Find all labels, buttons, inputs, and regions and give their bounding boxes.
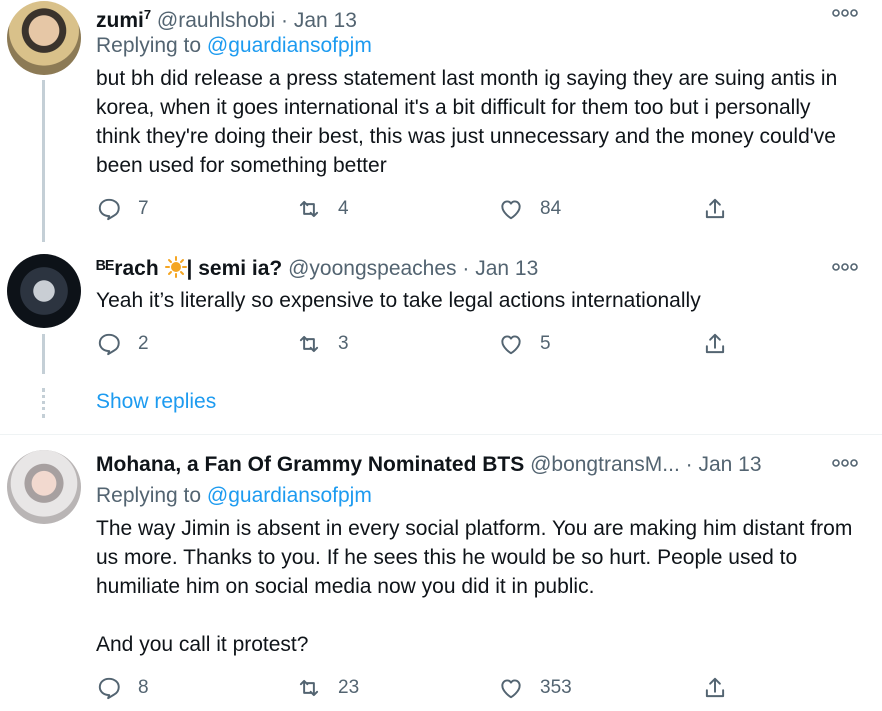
thread-dots bbox=[42, 388, 48, 418]
tweet-2[interactable]: ᴮᴱrach | semi ia? @yoongspeaches · Jan 1… bbox=[0, 250, 882, 380]
tweet-paragraph: The way Jimin is absent in every social … bbox=[96, 517, 853, 598]
retweet-count: 3 bbox=[338, 333, 349, 354]
share-icon bbox=[705, 677, 725, 698]
tweet-text: Yeah it’s literally so expensive to take… bbox=[96, 289, 701, 312]
share-button[interactable] bbox=[702, 330, 744, 358]
separator-dot: · bbox=[685, 453, 693, 476]
tweet-actions: 8 23 353 bbox=[96, 674, 736, 702]
like-icon bbox=[501, 679, 521, 699]
avatar[interactable] bbox=[7, 254, 81, 328]
like-icon bbox=[501, 335, 521, 355]
show-replies-link[interactable]: Show replies bbox=[96, 390, 216, 414]
separator-dot: · bbox=[280, 9, 288, 32]
thread-line bbox=[42, 334, 45, 374]
user-handle[interactable]: @rauhlshobi bbox=[157, 9, 275, 32]
tweet-1[interactable]: zumi7 @rauhlshobi · Jan 13 Replying to @… bbox=[0, 0, 882, 242]
share-button[interactable] bbox=[702, 195, 744, 223]
tweet-actions: 7 4 84 bbox=[96, 195, 736, 223]
tweet-paragraph: And you call it protest? bbox=[96, 633, 309, 656]
mention-link[interactable]: @guardiansofpjm bbox=[207, 34, 372, 57]
sun-emoji-icon bbox=[164, 256, 187, 278]
avatar[interactable] bbox=[7, 1, 81, 75]
like-count: 353 bbox=[540, 677, 572, 698]
reply-button[interactable]: 7 bbox=[96, 195, 149, 223]
mention-link[interactable]: @guardiansofpjm bbox=[207, 484, 372, 507]
tweet-actions: 2 3 5 bbox=[96, 330, 736, 358]
like-button[interactable]: 5 bbox=[498, 330, 551, 358]
retweet-icon bbox=[299, 335, 319, 353]
like-button[interactable]: 353 bbox=[498, 674, 572, 702]
display-name[interactable]: Mohana, a Fan Of Grammy Nominated BTS bbox=[96, 453, 524, 476]
display-name[interactable]: ᴮᴱrach | semi ia? bbox=[96, 256, 282, 280]
tweet-date[interactable]: Jan 13 bbox=[698, 453, 761, 476]
tweet-header: Mohana, a Fan Of Grammy Nominated BTS @b… bbox=[96, 452, 762, 478]
reply-icon bbox=[98, 333, 120, 356]
reply-count: 7 bbox=[138, 198, 149, 219]
tweet-text: but bh did release a press statement las… bbox=[96, 67, 838, 177]
retweet-count: 23 bbox=[338, 677, 360, 698]
more-icon[interactable] bbox=[832, 262, 858, 272]
like-count: 84 bbox=[540, 198, 562, 219]
retweet-button[interactable]: 4 bbox=[296, 195, 349, 223]
more-icon[interactable] bbox=[832, 458, 858, 468]
tweet-3[interactable]: Mohana, a Fan Of Grammy Nominated BTS @b… bbox=[0, 446, 882, 711]
reply-icon bbox=[98, 677, 120, 700]
share-button[interactable] bbox=[702, 674, 744, 702]
retweet-icon bbox=[299, 200, 319, 218]
separator-dot: · bbox=[462, 257, 470, 280]
like-icon bbox=[501, 200, 521, 220]
tweet-text: The way Jimin is absent in every social … bbox=[96, 514, 856, 659]
replying-to: Replying to @guardiansofpjm bbox=[96, 484, 372, 507]
avatar[interactable] bbox=[7, 450, 81, 524]
divider bbox=[0, 434, 882, 435]
retweet-button[interactable]: 23 bbox=[296, 674, 359, 702]
tweet-date[interactable]: Jan 13 bbox=[294, 9, 357, 32]
replying-to: Replying to @guardiansofpjm bbox=[96, 34, 372, 57]
retweet-button[interactable]: 3 bbox=[296, 330, 349, 358]
tweet-header: zumi7 @rauhlshobi · Jan 13 bbox=[96, 2, 357, 34]
display-name[interactable]: zumi7 bbox=[96, 7, 151, 32]
reply-button[interactable]: 8 bbox=[96, 674, 149, 702]
tweet-header: ᴮᴱrach | semi ia? @yoongspeaches · Jan 1… bbox=[96, 256, 538, 282]
thread-line bbox=[42, 80, 45, 242]
user-handle[interactable]: @bongtransM... bbox=[530, 453, 680, 476]
user-handle[interactable]: @yoongspeaches bbox=[288, 257, 456, 280]
retweet-icon bbox=[299, 679, 319, 697]
retweet-count: 4 bbox=[338, 198, 349, 219]
share-icon bbox=[705, 333, 725, 354]
reply-count: 2 bbox=[138, 333, 149, 354]
more-icon[interactable] bbox=[832, 8, 858, 18]
tweet-date[interactable]: Jan 13 bbox=[475, 257, 538, 280]
like-button[interactable]: 84 bbox=[498, 195, 561, 223]
share-icon bbox=[705, 198, 725, 219]
reply-icon bbox=[98, 198, 120, 221]
like-count: 5 bbox=[540, 333, 551, 354]
reply-count: 8 bbox=[138, 677, 149, 698]
reply-button[interactable]: 2 bbox=[96, 330, 149, 358]
